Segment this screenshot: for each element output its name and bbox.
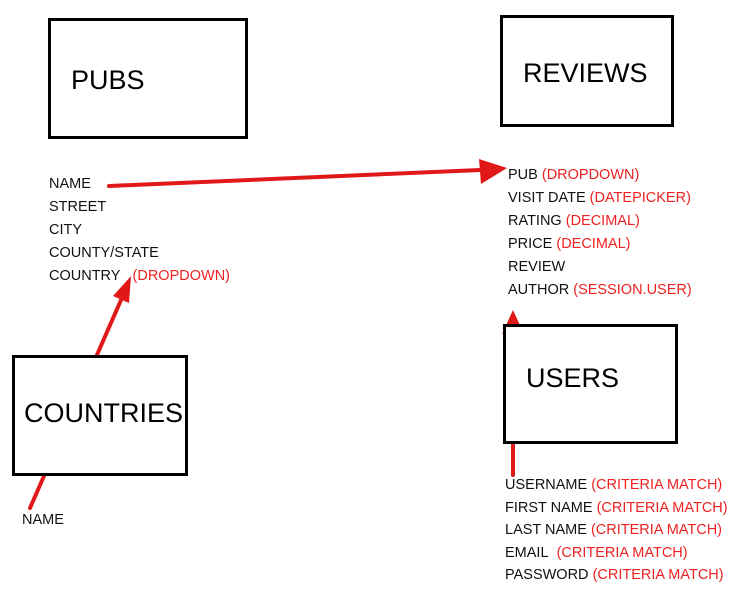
- field-note: (CRITERIA MATCH): [596, 499, 728, 516]
- users-field: EMAIL (CRITERIA MATCH): [505, 544, 688, 561]
- reviews-field: VISIT DATE (DATEPICKER): [508, 190, 691, 206]
- pubs-entity-box: PUBS: [48, 18, 248, 139]
- users-field: USERNAME (CRITERIA MATCH): [505, 477, 723, 493]
- reviews-field: RATING (DECIMAL): [508, 213, 640, 229]
- pubs-field: CITY: [49, 222, 83, 238]
- field-note: (CRITERIA MATCH): [590, 522, 722, 538]
- users-field-list: USERNAME (CRITERIA MATCH) FIRST NAME (CR…: [505, 474, 728, 587]
- reviews-title: REVIEWS: [523, 58, 648, 88]
- field-note: (DECIMAL): [556, 236, 631, 252]
- countries-field-list: NAME: [22, 509, 64, 532]
- countries-field: NAME: [22, 512, 64, 528]
- field-note: (DROPDOWN): [132, 268, 230, 284]
- reviews-field: PRICE (DECIMAL): [508, 236, 631, 252]
- pubs-field: COUNTRY (DROPDOWN): [49, 268, 230, 284]
- pubs-field: NAME: [49, 176, 91, 192]
- field-note: (CRITERIA MATCH): [592, 567, 724, 583]
- pubs-field-list: NAME STREET CITY COUNTY/STATE COUNTRY (D…: [49, 173, 230, 288]
- users-field: FIRST NAME (CRITERIA MATCH): [505, 499, 728, 516]
- field-note: (DECIMAL): [565, 213, 640, 229]
- users-field: LAST NAME (CRITERIA MATCH): [505, 522, 722, 538]
- users-field: PASSWORD (CRITERIA MATCH): [505, 567, 724, 583]
- users-entity-box: USERS: [503, 324, 678, 444]
- countries-title: COUNTRIES: [24, 398, 184, 428]
- reviews-field-list: PUB (DROPDOWN) VISIT DATE (DATEPICKER) R…: [508, 164, 692, 302]
- pubs-title: PUBS: [71, 65, 145, 95]
- reviews-entity-box: REVIEWS: [500, 15, 674, 127]
- pubs-field: STREET: [49, 199, 107, 215]
- reviews-field: REVIEW: [508, 259, 566, 275]
- field-note: (SESSION.USER): [573, 282, 692, 298]
- field-note: (CRITERIA MATCH): [556, 544, 688, 561]
- pubs-field: COUNTY/STATE: [49, 245, 159, 261]
- users-title: USERS: [526, 363, 620, 393]
- reviews-field: AUTHOR (SESSION.USER): [508, 282, 692, 298]
- field-note: (DATEPICKER): [589, 190, 691, 206]
- countries-entity-box: COUNTRIES: [12, 355, 188, 476]
- field-note: (CRITERIA MATCH): [591, 477, 723, 493]
- field-note: (DROPDOWN): [541, 167, 640, 183]
- reviews-field: PUB (DROPDOWN): [508, 167, 640, 183]
